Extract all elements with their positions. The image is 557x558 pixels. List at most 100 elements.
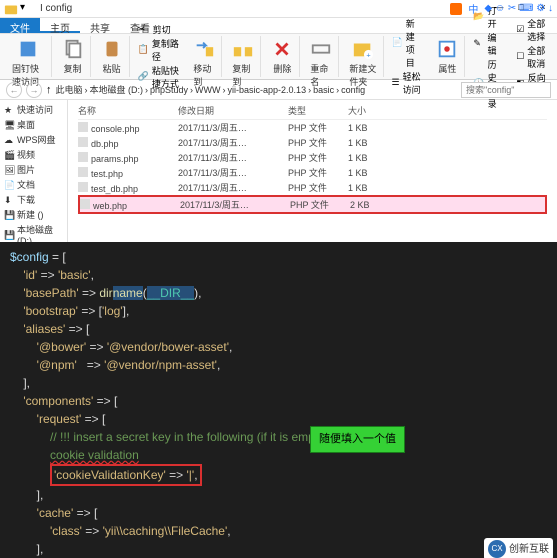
folder-icon xyxy=(4,2,18,16)
paste-group[interactable]: 粘贴 xyxy=(95,36,130,77)
file-icon xyxy=(78,182,88,192)
tab-home[interactable]: 主页 xyxy=(40,18,80,33)
video-icon: 🎬 xyxy=(4,150,14,160)
titlebar: ▾ I config 中 ◆ ☺ ✂ ⌨ ⚙ ↓ — □ × xyxy=(0,0,557,18)
selnone-icon: ☐ xyxy=(516,51,524,63)
newitem-icon: 📄 xyxy=(392,37,403,49)
ribbon: 固钉快速访问 复制 粘贴 ✂剪切 📋复制路径 🔗粘贴快捷方式 移动到 复制到 删… xyxy=(0,34,557,80)
clip-small: ✂剪切 📋复制路径 🔗粘贴快捷方式 xyxy=(134,21,184,92)
newitem[interactable]: 📄新建项目 xyxy=(392,17,423,69)
code-pane: $config = [ 'id' => 'basic', 'basePath' … xyxy=(0,242,557,558)
col-date[interactable]: 修改日期 xyxy=(178,104,288,117)
sidebar-item-docs[interactable]: 📄文档 xyxy=(0,177,67,192)
tab-share[interactable]: 共享 xyxy=(80,18,120,33)
delete-label: 删除 xyxy=(273,62,291,75)
table-row[interactable]: test_db.php2017/11/3/周五…PHP 文件1 KB xyxy=(78,180,547,195)
copy-group[interactable]: 复制 xyxy=(56,36,91,77)
path-seg[interactable]: config xyxy=(341,85,365,95)
file-icon xyxy=(78,122,88,132)
file-icon xyxy=(78,137,88,147)
newfolder-icon: + xyxy=(352,38,374,60)
paste-label: 粘贴 xyxy=(103,62,121,75)
copyto-group[interactable]: 复制到 xyxy=(226,36,261,77)
newfolder-group[interactable]: +新建文件夹 xyxy=(343,36,383,77)
sidebar-item-wps[interactable]: ☁WPS网盘 xyxy=(0,132,67,147)
explorer-body: ★快速访问 🖥桌面 ☁WPS网盘 🎬视频 🖼图片 📄文档 ⬇下载 💾新建 () … xyxy=(0,100,557,242)
edit-item[interactable]: ✎编辑 xyxy=(473,31,504,57)
download-icon: ⬇ xyxy=(4,195,14,205)
sidebar-item-downloads[interactable]: ⬇下载 xyxy=(0,192,67,207)
col-type[interactable]: 类型 xyxy=(288,104,348,117)
up-button[interactable]: ↑ xyxy=(46,84,52,96)
table-row[interactable]: console.php2017/11/3/周五…PHP 文件1 KB xyxy=(78,120,547,135)
props-label: 属性 xyxy=(438,62,456,75)
ime-bar: 中 ◆ ☺ ✂ ⌨ ⚙ ↓ xyxy=(450,1,553,16)
forward-button[interactable]: → xyxy=(26,82,42,98)
path-seg[interactable]: basic xyxy=(313,85,334,95)
file-icon xyxy=(80,199,90,209)
code-highlight: 'cookieValidationKey' => '|', xyxy=(50,464,202,486)
sidebar-item-pictures[interactable]: 🖼图片 xyxy=(0,162,67,177)
star-icon: ★ xyxy=(4,105,14,115)
path-seg[interactable]: yii-basic-app-2.0.13 xyxy=(228,85,307,95)
sidebar-item-quick[interactable]: ★快速访问 xyxy=(0,102,67,117)
edit-icon: ✎ xyxy=(473,38,484,50)
table-row[interactable]: web.php2017/11/3/周五…PHP 文件2 KB xyxy=(78,195,547,214)
copy-label: 复制 xyxy=(64,62,82,75)
ime-icon[interactable] xyxy=(450,3,462,15)
link-icon: 🔗 xyxy=(138,71,149,83)
path-seg[interactable]: phpStudy xyxy=(150,85,188,95)
code-content[interactable]: $config = [ 'id' => 'basic', 'basePath' … xyxy=(10,248,547,558)
ime-mode[interactable]: 中 xyxy=(468,1,478,16)
logo-icon: CX xyxy=(488,540,506,558)
disk-icon: 💾 xyxy=(4,210,14,220)
table-row[interactable]: db.php2017/11/3/周五…PHP 文件1 KB xyxy=(78,135,547,150)
file-list: 名称 修改日期 类型 大小 console.php2017/11/3/周五…PH… xyxy=(68,100,557,242)
selectall[interactable]: ☑全部选择 xyxy=(516,17,547,43)
sidebar-item-video[interactable]: 🎬视频 xyxy=(0,147,67,162)
rename-group[interactable]: 重命名 xyxy=(304,36,339,77)
sidebar: ★快速访问 🖥桌面 ☁WPS网盘 🎬视频 🖼图片 📄文档 ⬇下载 💾新建 () … xyxy=(0,100,68,242)
watermark: CX创新互联 xyxy=(484,538,553,558)
down-icon[interactable]: ▾ xyxy=(20,2,34,16)
delete-icon xyxy=(271,38,293,60)
back-button[interactable]: ← xyxy=(6,82,22,98)
annotation-callout: 随便填入一个值 xyxy=(310,426,405,453)
path-seg[interactable]: 本地磁盘 (D:) xyxy=(90,83,144,96)
selall-icon: ☑ xyxy=(516,24,524,36)
desktop-icon: 🖥 xyxy=(4,120,14,130)
copy-icon xyxy=(62,38,84,60)
search-input[interactable] xyxy=(461,82,551,98)
copypath-item[interactable]: 📋复制路径 xyxy=(138,37,180,63)
pin-icon xyxy=(17,38,39,60)
col-name[interactable]: 名称 xyxy=(78,104,178,117)
file-menu[interactable]: 文件 xyxy=(0,18,40,33)
pin-group[interactable]: 固钉快速访问 xyxy=(6,36,52,77)
sidebar-item-desktop[interactable]: 🖥桌面 xyxy=(0,117,67,132)
table-row[interactable]: params.php2017/11/3/周五…PHP 文件1 KB xyxy=(78,150,547,165)
path-seg[interactable]: WWW xyxy=(195,85,220,95)
breadcrumb[interactable]: 此电脑 › 本地磁盘 (D:) › phpStudy › WWW › yii-b… xyxy=(56,83,458,96)
delete-group[interactable]: 删除 xyxy=(265,36,300,77)
selectnone[interactable]: ☐全部取消 xyxy=(516,44,547,70)
svg-text:+: + xyxy=(366,50,370,59)
props-group[interactable]: 属性 xyxy=(430,36,465,77)
rename-icon xyxy=(310,38,332,60)
window-title: I config xyxy=(40,3,72,14)
moveto-group[interactable]: 移动到 xyxy=(187,36,222,77)
file-icon xyxy=(78,152,88,162)
file-icon xyxy=(78,167,88,177)
path-icon: 📋 xyxy=(138,44,149,56)
table-row[interactable]: test.php2017/11/3/周五…PHP 文件1 KB xyxy=(78,165,547,180)
copyto-icon xyxy=(232,38,254,60)
list-header[interactable]: 名称 修改日期 类型 大小 xyxy=(78,102,547,120)
sidebar-item-new[interactable]: 💾新建 () xyxy=(0,207,67,222)
paste-icon xyxy=(101,38,123,60)
col-size[interactable]: 大小 xyxy=(348,104,398,117)
path-seg[interactable]: 此电脑 xyxy=(56,83,83,96)
picture-icon: 🖼 xyxy=(4,165,14,175)
ime-icons[interactable]: ◆ ☺ ✂ ⌨ ⚙ ↓ xyxy=(484,3,553,14)
address-bar: ← → ↑ 此电脑 › 本地磁盘 (D:) › phpStudy › WWW ›… xyxy=(0,80,557,100)
props-icon xyxy=(436,38,458,60)
cut-item[interactable]: ✂剪切 xyxy=(138,23,180,36)
